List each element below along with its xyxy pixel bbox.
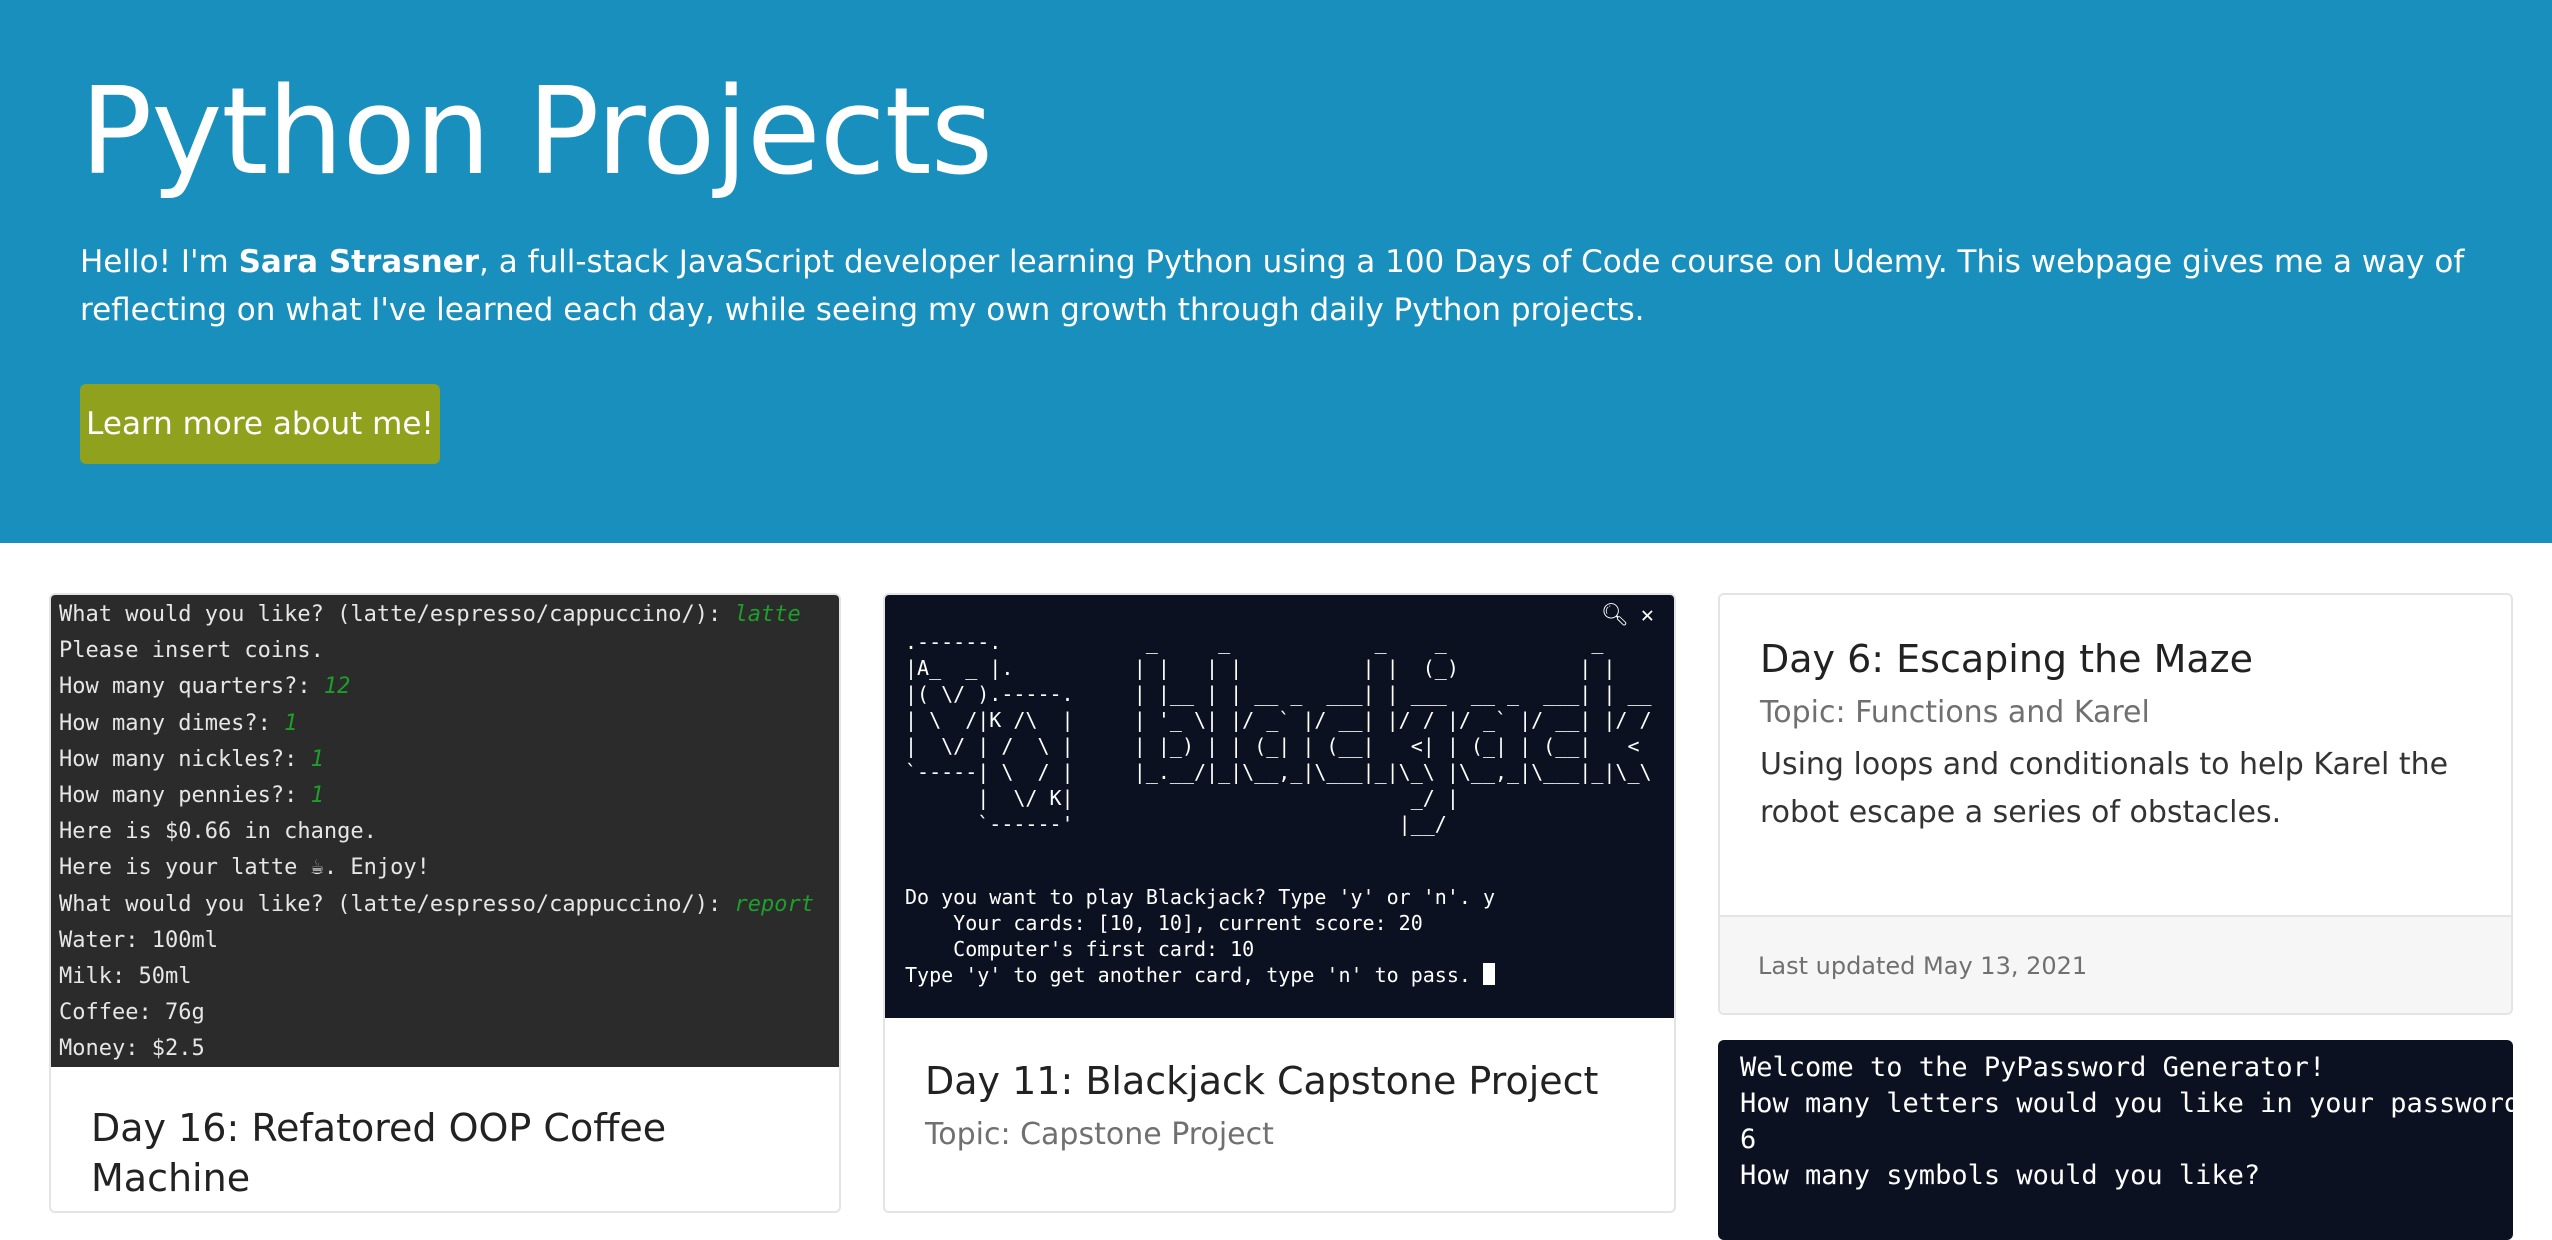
hero-banner: Python Projects Hello! I'm Sara Strasner… (0, 0, 2552, 543)
blackjack-terminal-screenshot: 🔍︎ ✕ .------. _ _ _ _ _ |A_ _ |. | | | | … (885, 595, 1674, 1018)
terminal-line: Here is $0.66 in change. (59, 814, 839, 850)
project-topic: Topic: Functions and Karel (1760, 695, 2150, 730)
password-terminal-screenshot: Welcome to the PyPassword Generator! How… (1718, 1040, 2513, 1240)
terminal-line: Please insert coins. (59, 633, 839, 669)
terminal-user-input: 1 (284, 710, 298, 736)
blackjack-ascii-art: .------. _ _ _ _ _ |A_ _ |. | | | | | | … (905, 630, 1652, 836)
terminal-line-text: Milk: 50ml (59, 964, 192, 990)
terminal-line: How many dimes?: 1 (59, 706, 839, 742)
project-topic: Topic: Capstone Project (925, 1117, 1274, 1152)
project-card-password[interactable]: Welcome to the PyPassword Generator! How… (1718, 1040, 2513, 1240)
blackjack-output-text: Do you want to play Blackjack? Type 'y' … (905, 885, 1496, 987)
terminal-line: Water: 100ml (59, 923, 839, 959)
terminal-line: How many nickles?: 1 (59, 742, 839, 778)
terminal-line-text: Here is $0.66 in change. (59, 819, 377, 845)
intro-prefix: Hello! I'm (80, 244, 239, 280)
close-icon[interactable]: ✕ (1641, 603, 1654, 628)
project-card-maze[interactable]: Day 6: Escaping the Maze Topic: Function… (1718, 593, 2513, 1015)
terminal-line-text: What would you like? (latte/espresso/cap… (59, 891, 735, 917)
terminal-line-text: How many quarters?: (59, 674, 324, 700)
terminal-line: How many quarters?: 12 (59, 669, 839, 705)
terminal-line-text: Money: $2.5 (59, 1036, 205, 1062)
learn-more-button[interactable]: Learn more about me! (80, 384, 440, 464)
last-updated: Last updated May 13, 2021 (1758, 952, 2088, 980)
terminal-line: How many pennies?: 1 (59, 778, 839, 814)
author-name: Sara Strasner (238, 244, 480, 280)
terminal-line: Coffee: 76g (59, 995, 839, 1031)
terminal-user-input: 12 (323, 674, 351, 700)
terminal-cursor (1482, 963, 1495, 985)
terminal-line-text: How many dimes?: (59, 710, 285, 736)
terminal-line-text: How many pennies?: (59, 783, 311, 809)
blackjack-output: Do you want to play Blackjack? Type 'y' … (905, 884, 1495, 988)
intro-text: Hello! I'm Sara Strasner, a full-stack J… (80, 238, 2480, 334)
terminal-user-input: report (734, 891, 814, 917)
terminal-line-text: Here is your latte ☕. Enjoy! (59, 855, 430, 881)
project-card-blackjack[interactable]: 🔍︎ ✕ .------. _ _ _ _ _ |A_ _ |. | | | | … (883, 593, 1676, 1213)
project-card-coffee[interactable]: What would you like? (latte/espresso/cap… (49, 593, 841, 1213)
coffee-terminal-screenshot: What would you like? (latte/espresso/cap… (51, 595, 839, 1067)
terminal-line-text: What would you like? (latte/espresso/cap… (59, 602, 735, 627)
terminal-line-text: How many nickles?: (59, 746, 311, 772)
terminal-user-input: 1 (310, 746, 324, 772)
terminal-line: What would you like? (latte/espresso/cap… (59, 887, 839, 923)
card-footer: Last updated May 13, 2021 (1720, 915, 2511, 1013)
terminal-user-input: latte (734, 602, 801, 627)
search-icon[interactable]: 🔍︎ (1601, 603, 1629, 628)
terminal-line: Here is your latte ☕. Enjoy! (59, 850, 839, 886)
terminal-line: Money: $2.5 (59, 1031, 839, 1067)
terminal-line-text: Water: 100ml (59, 927, 218, 953)
terminal-line-text: Coffee: 76g (59, 1000, 205, 1026)
terminal-line: What would you like? (latte/espresso/cap… (59, 597, 839, 633)
terminal-line: Milk: 50ml (59, 959, 839, 995)
page-title: Python Projects (80, 63, 993, 202)
project-description: Using loops and conditionals to help Kar… (1760, 747, 2449, 830)
terminal-controls: 🔍︎ ✕ (1589, 603, 1654, 629)
project-title[interactable]: Day 16: Refatored OOP Coffee Machine (91, 1103, 811, 1203)
project-title[interactable]: Day 11: Blackjack Capstone Project (925, 1057, 1598, 1105)
terminal-user-input: 1 (310, 783, 324, 809)
project-title[interactable]: Day 6: Escaping the Maze (1760, 635, 2253, 683)
terminal-line-text: Please insert coins. (59, 638, 324, 664)
